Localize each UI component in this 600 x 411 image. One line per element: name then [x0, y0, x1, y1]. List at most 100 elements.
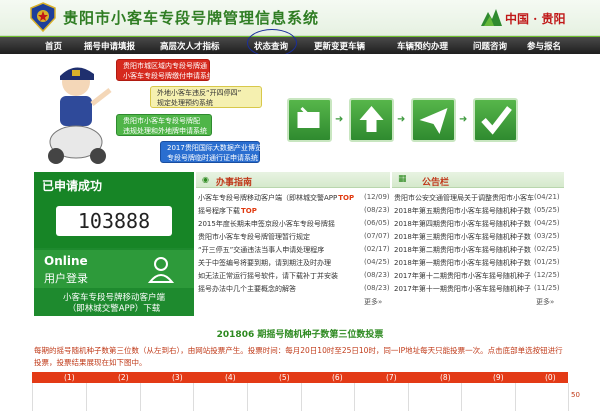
nav-consult[interactable]: 问题咨询	[473, 40, 507, 52]
app-line2: （即林城交警APP）下载	[67, 304, 161, 314]
top-badge: TOP	[338, 194, 355, 202]
banner-link-expo-permit[interactable]: 2017贵阳国际大数据产业博览会 专段号牌临时通行证申请系统	[160, 141, 269, 163]
notice-item-date: (05/25)	[534, 206, 560, 214]
notice-item[interactable]: 2018年第三期贵阳市小客车摇号随机种子数 (03/25)	[394, 232, 564, 243]
nav-lottery-apply[interactable]: 摇号申请填报	[84, 40, 135, 52]
guide-item[interactable]: 贵阳市小客车专段号牌管理暂行规定 (07/07)	[198, 232, 390, 243]
notice-item-date: (03/25)	[534, 232, 560, 240]
guide-bullet-icon: ◉	[202, 175, 209, 184]
notice-item-text: 2018年第二期贵阳市小客车摇号随机种子数	[394, 246, 531, 254]
vote-section-title: 201806 期摇号随机种子数第三位数投票	[216, 330, 384, 340]
guide-item-date: (08/23)	[364, 284, 390, 292]
notice-title: 公告栏	[422, 178, 450, 188]
nav-home[interactable]: 首页	[45, 40, 62, 52]
guide-item[interactable]: 如无法正常运行摇号软件，请下载补丁并安装 (08/23)	[198, 271, 390, 282]
notice-more-link[interactable]: 更多»	[536, 297, 554, 307]
process-step-upload[interactable]	[349, 98, 394, 142]
step-arrow-icon: ➜	[397, 114, 406, 125]
banner-link-violation-foreign[interactable]: 贵阳市小客车专段号牌配 违规处理和外地牌申请系统	[116, 114, 212, 136]
guide-item-text: 贵阳市小客车专段号牌管理暂行规定	[198, 233, 310, 241]
notice-item-text: 2018年第三期贵阳市小客车摇号随机种子数	[394, 233, 531, 241]
main-nav: 首页 摇号申请填报 高层次人才指标 状态查询 更新变更车辆 车辆预约办理 问题咨…	[0, 36, 600, 54]
process-step-send[interactable]	[411, 98, 456, 142]
process-step-done[interactable]	[473, 98, 518, 142]
guide-item-date: (08/23)	[364, 271, 390, 279]
guide-item[interactable]: 摇号办法中几个主要概念的解答 (08/23)	[198, 284, 390, 295]
city-logo-icon	[481, 9, 502, 26]
pill-text: 外地小客车违反“开四停四” 规定处理预约系统	[157, 88, 257, 108]
pill-text-line: 贵阳市城区域内专段号牌通	[123, 62, 207, 70]
nav-appointment[interactable]: 车辆预约办理	[397, 40, 448, 52]
vote-description: 每期的摇号随机种子数第三位数（从左到右），由网站投票产生。投票时间：每月20日1…	[34, 346, 563, 367]
notice-item[interactable]: 贵阳市公安交通管理局关于调整贵阳市小客车 (04/21)	[394, 193, 564, 204]
notice-item[interactable]: 2018年第二期贵阳市小客车摇号随机种子数 (02/25)	[394, 245, 564, 256]
notice-item[interactable]: 2018年第五期贵阳市小客车摇号随机种子数 (05/25)	[394, 206, 564, 217]
user-icon	[147, 257, 175, 283]
notice-item[interactable]: 2018年第四期贵阳市小客车摇号随机种子数 (04/25)	[394, 219, 564, 230]
guide-more-link[interactable]: 更多»	[364, 297, 382, 307]
vote-axis-value: 50	[571, 391, 580, 399]
top-badge: TOP	[241, 207, 257, 215]
guide-item-text: 2015年度长期未申签京段小客车专段号牌摇	[198, 220, 335, 228]
guide-item-date: (06/05)	[364, 219, 390, 227]
vote-col-9: (9)	[493, 373, 504, 382]
guide-header: ◉ 办事指南	[196, 172, 390, 188]
guide-item-date: (12/09)	[364, 193, 390, 201]
nav-vehicle-update[interactable]: 更新变更车辆	[314, 40, 365, 52]
vote-column-header-bar: (1) (2) (3) (4) (5) (6) (7) (8) (9) (0)	[32, 372, 568, 383]
notice-item-text: 2017年第十二期贵阳市小客车摇号随机种子	[394, 272, 531, 280]
guide-item[interactable]: 2015年度长期未申签京段小客车专段号牌摇 (06/05)	[198, 219, 390, 230]
guide-title: 办事指南	[216, 178, 253, 188]
guide-item[interactable]: “开三停五”交通违法当事人申请处理程序 (02/17)	[198, 245, 390, 256]
login-button[interactable]: Online 用户登录	[34, 250, 194, 288]
applied-count-box: 已申请成功 103888	[34, 172, 194, 248]
paper-plane-icon	[419, 108, 448, 134]
guide-item-date: (02/17)	[364, 245, 390, 253]
guide-panel: ◉ 办事指南 小客车专段号牌移动客户端（即林城交警APPTOP (12/09) 摇…	[196, 172, 390, 312]
notice-item[interactable]: 2017年第十二期贵阳市小客车摇号随机种子 (12/25)	[394, 271, 564, 282]
vote-col-0: (0)	[545, 373, 556, 382]
nav-talent-quota[interactable]: 高层次人才指标	[160, 40, 220, 52]
guide-item-text: “开三停五”交通违法当事人申请处理程序	[198, 246, 325, 254]
pill-text: 2017贵阳国际大数据产业博览会 专段号牌临时通行证申请系统	[167, 143, 269, 163]
guide-item[interactable]: 小客车专段号牌移动客户端（即林城交警APPTOP (12/09)	[198, 193, 390, 204]
vote-chart-grid	[32, 383, 569, 411]
step-arrow-icon: ➜	[459, 114, 468, 125]
site-title: 贵阳市小客车专段号牌管理信息系统	[63, 9, 320, 27]
vote-col-5: (5)	[279, 373, 290, 382]
vote-col-1: (1)	[64, 373, 75, 382]
notice-item-date: (04/21)	[534, 193, 560, 201]
form-icon	[297, 106, 320, 128]
notice-item[interactable]: 2018年第一期贵阳市小客车摇号随机种子数 (01/25)	[394, 258, 564, 269]
pill-text-line: 贵阳市小客车专段号牌配	[123, 117, 200, 125]
vote-col-7: (7)	[386, 373, 397, 382]
notice-item-date: (01/25)	[534, 258, 560, 266]
applied-count: 103888	[56, 206, 172, 236]
vote-col-4: (4)	[225, 373, 236, 382]
notice-item-text: 贵阳市公安交通管理局关于调整贵阳市小客车	[394, 194, 534, 202]
notice-item[interactable]: 2017年第十一期贵阳市小客车摇号随机种子 (11/25)	[394, 284, 564, 295]
step-arrow-icon: ➜	[335, 114, 344, 125]
guide-item-date: (08/23)	[364, 206, 390, 214]
guide-item-text: 摇号办法中几个主要概念的解答	[198, 285, 296, 293]
guide-item[interactable]: 摇号程序下载TOP (08/23)	[198, 206, 390, 217]
notice-item-date: (02/25)	[534, 245, 560, 253]
notice-item-date: (12/25)	[534, 271, 560, 279]
pill-text-line: 外地小客车违反“开四停四”	[157, 89, 242, 97]
header: 贵阳市小客车专段号牌管理信息系统 中国 · 贵阳	[0, 0, 600, 36]
traffic-police-illustration-icon	[48, 67, 112, 164]
guide-item[interactable]: 关于中签编号将要到期，请到期注及时办理 (04/25)	[198, 258, 390, 269]
banner-link-quota-payment[interactable]: 贵阳市城区域内专段号牌通 小客车专段号牌缴付申请系统	[116, 59, 214, 81]
guide-item-text: 如无法正常运行摇号软件，请下载补丁并安装	[198, 272, 338, 280]
banner-link-violation-appointment[interactable]: 外地小客车违反“开四停四” 规定处理预约系统	[150, 86, 262, 108]
notice-icon: ▦	[398, 174, 407, 184]
process-step-form[interactable]	[287, 98, 332, 142]
nav-register[interactable]: 参与报名	[527, 40, 561, 52]
notice-item-text: 2018年第五期贵阳市小客车摇号随机种子数	[394, 207, 531, 215]
pill-text-line: 2017贵阳国际大数据产业博览会	[167, 144, 269, 152]
pill-text-line: 专段号牌临时通行证申请系统	[167, 154, 258, 162]
mobile-app-download[interactable]: 小客车专段号牌移动客户端 （即林城交警APP）下载	[34, 293, 194, 315]
vote-col-8: (8)	[440, 373, 451, 382]
upload-arrow-icon	[359, 106, 384, 132]
guide-item-text: 关于中签编号将要到期，请到期注及时办理	[198, 259, 331, 267]
